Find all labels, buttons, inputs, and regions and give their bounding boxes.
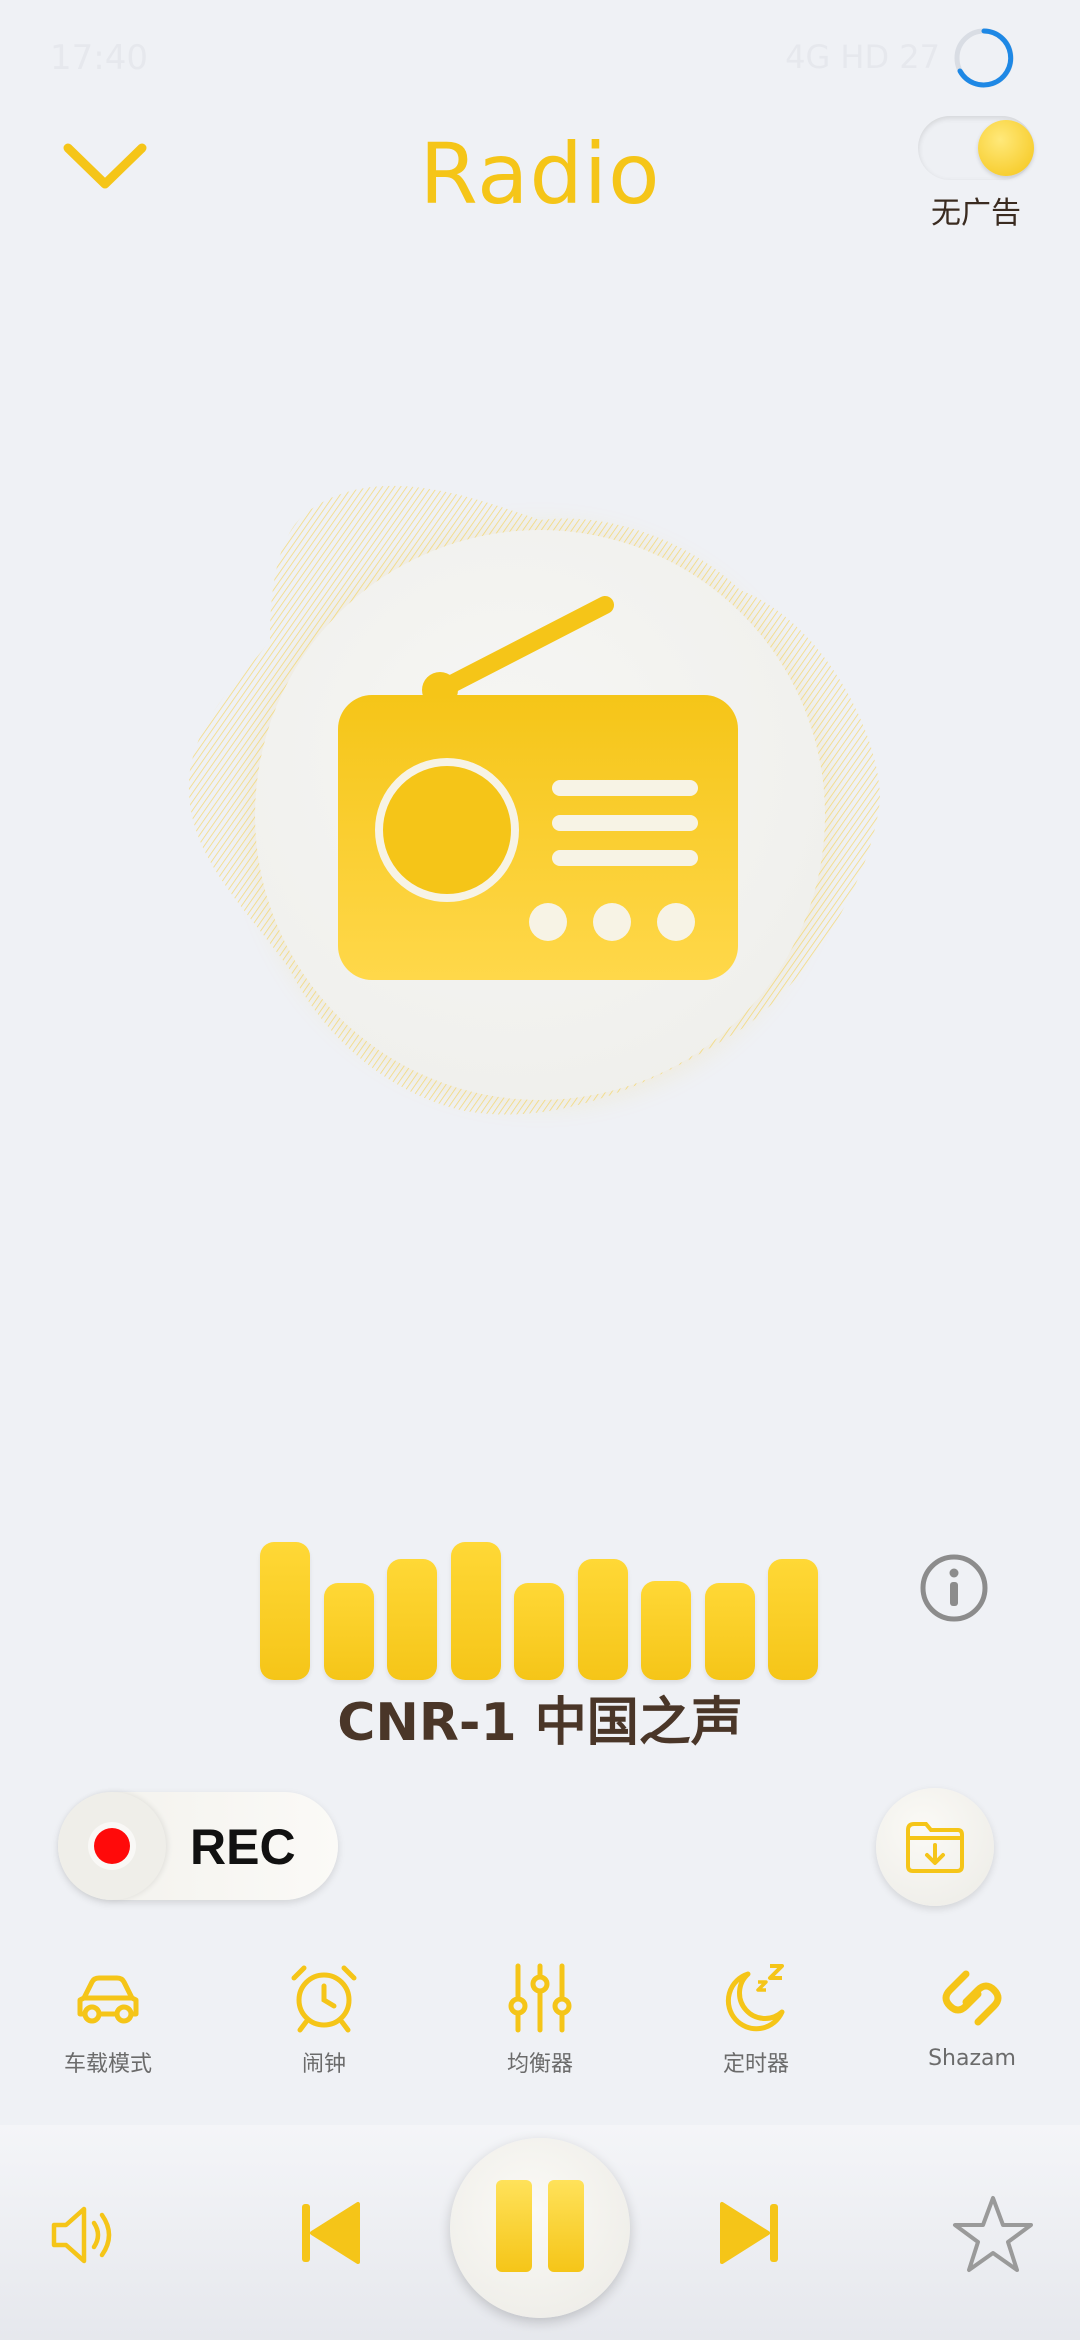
record-dot-icon [94,1828,130,1864]
status-time: 17:40 [50,38,148,78]
pause-button[interactable] [450,2138,630,2318]
tool-shazam[interactable]: Shazam [887,1960,1057,2071]
tool-label: 定时器 [722,2052,789,2077]
loading-spinner-icon [954,28,1014,88]
info-icon[interactable] [918,1552,990,1624]
status-indicators: 4G HD 27 [785,38,940,76]
no-ads-label: 无广告 [931,196,1021,231]
level-bar [450,1542,501,1680]
shazam-icon [942,1970,1002,2026]
record-label: REC [190,1819,296,1875]
tool-car-mode[interactable]: 车载模式 [23,1960,193,2078]
tool-label: 均衡器 [506,2052,573,2077]
tool-alarm[interactable]: 闹钟 [239,1960,409,2078]
tool-label: Shazam [928,2046,1016,2071]
level-bar [704,1583,755,1680]
sleep-timer-icon [725,1964,785,2032]
folder-download-icon [906,1822,964,1873]
pause-icon [496,2180,532,2272]
tool-label: 车载模式 [63,2052,152,2077]
next-station-icon[interactable] [714,2198,784,2268]
car-icon [77,1975,139,2024]
tool-equalizer[interactable]: 均衡器 [455,1960,625,2078]
level-bar [387,1559,437,1680]
level-bar [641,1581,691,1680]
level-bar [577,1559,628,1680]
tool-label: 闹钟 [301,2052,346,2077]
radio-icon [338,596,738,980]
toggle-knob [978,120,1034,176]
level-bar [514,1583,564,1680]
equalizer-icon [508,1963,572,2033]
tool-sleep-timer[interactable]: 定时器 [671,1960,841,2078]
level-bar [768,1559,818,1680]
volume-icon[interactable] [46,2195,126,2275]
station-name: CNR-1 中国之声 [337,1693,743,1753]
favorite-star-icon[interactable] [950,2192,1036,2278]
pause-icon [548,2180,584,2272]
level-bar [323,1583,374,1680]
audio-level-bars [260,1535,820,1680]
level-bar [260,1542,310,1680]
previous-station-icon[interactable] [296,2198,366,2268]
alarm-clock-icon [291,1965,357,2033]
